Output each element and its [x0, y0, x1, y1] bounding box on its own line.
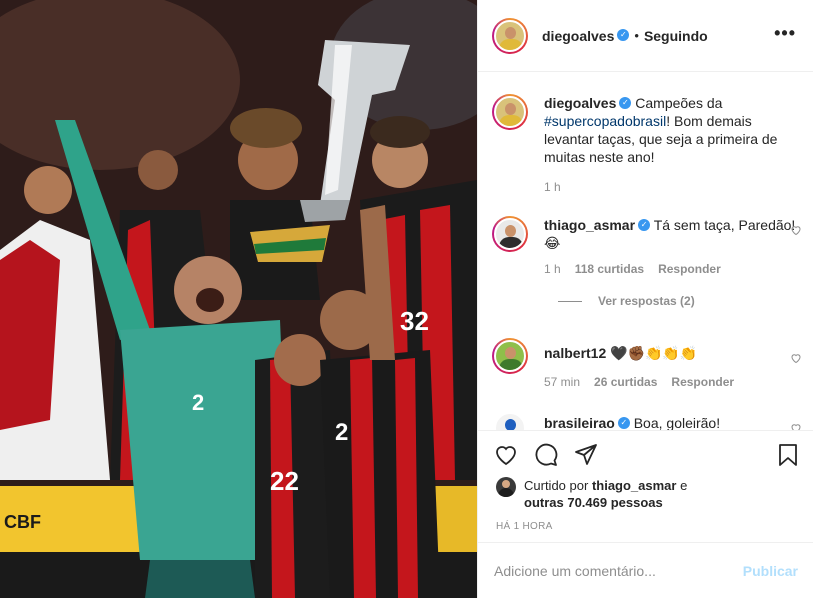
svg-text:2: 2: [335, 419, 348, 446]
add-comment-bar: Publicar: [478, 542, 813, 598]
verified-badge-icon: ✓: [617, 417, 630, 430]
post-photo[interactable]: CBF 32 2 22 2: [0, 0, 477, 598]
verified-badge-icon: ✓: [617, 28, 630, 41]
commenter-avatar[interactable]: [492, 216, 528, 252]
comment-body: thiago_asmar ✓ Tá sem taça, Paredão! 😂: [544, 216, 802, 252]
verified-badge-icon: ✓: [619, 97, 632, 110]
comment-username[interactable]: nalbert12: [544, 345, 606, 361]
comment-item: nalbert12 🖤✊🏾👏👏👏 57 min 26 curtidas Resp…: [492, 338, 802, 389]
post-header: diegoalves ✓ • Seguindo •••: [478, 0, 813, 72]
likes-prefix: Curtido por: [524, 478, 589, 493]
post-side-panel: diegoalves ✓ • Seguindo ••• diegoalves ✓ …: [477, 0, 813, 598]
heart-icon[interactable]: [494, 443, 518, 467]
comment-item: thiago_asmar ✓ Tá sem taça, Paredão! 😂 1 …: [492, 216, 802, 308]
comment-item: brasileirao ✓ Boa, goleirão!: [492, 410, 802, 430]
reply-button[interactable]: Responder: [671, 375, 734, 389]
caption: diegoalves ✓ Campeões da #supercopadobras…: [492, 94, 802, 194]
following-button[interactable]: Seguindo: [644, 28, 708, 44]
post-timestamp[interactable]: HÁ 1 HORA: [496, 521, 553, 532]
comment-likes[interactable]: 118 curtidas: [575, 262, 644, 276]
commenter-avatar[interactable]: [492, 410, 528, 430]
comment-text: Boa, goleirão!: [633, 415, 721, 430]
likes-others[interactable]: outras 70.469 pessoas: [524, 495, 663, 510]
comment-icon[interactable]: [534, 443, 558, 467]
replies-line: [558, 300, 582, 302]
comment-time[interactable]: 1 h: [544, 262, 561, 276]
share-icon[interactable]: [574, 443, 598, 467]
caption-text-before: Campeões da: [635, 95, 723, 111]
reply-button[interactable]: Responder: [658, 262, 721, 276]
author-avatar[interactable]: [492, 17, 528, 54]
comment-like-heart-icon[interactable]: [790, 352, 802, 364]
view-replies-button[interactable]: Ver respostas (2): [558, 294, 802, 308]
post-actions: Curtido por thiago_asmar e outras 70.469…: [478, 430, 813, 540]
bookmark-icon[interactable]: [776, 443, 800, 467]
caption-text: diegoalves ✓ Campeões da #supercopadobras…: [544, 94, 802, 166]
comment-meta: 1 h 118 curtidas Responder: [544, 262, 802, 276]
comment-meta: 57 min 26 curtidas Responder: [544, 375, 802, 389]
liker-avatar[interactable]: [496, 477, 516, 497]
likes-connector: e: [680, 478, 688, 493]
likes-text: Curtido por thiago_asmar e outras 70.469…: [524, 477, 687, 511]
celebration-scene: CBF 32 2 22 2: [0, 0, 477, 598]
view-replies-label: Ver respostas (2): [598, 294, 695, 308]
comment-text: 🖤✊🏾👏👏👏: [610, 345, 698, 361]
comment-like-heart-icon[interactable]: [790, 422, 802, 430]
svg-text:32: 32: [400, 306, 429, 336]
comment-username[interactable]: thiago_asmar: [544, 217, 635, 233]
author-username[interactable]: diegoalves: [542, 28, 614, 44]
verified-badge-icon: ✓: [638, 219, 651, 232]
likes-summary: Curtido por thiago_asmar e outras 70.469…: [496, 477, 687, 511]
more-options-icon[interactable]: •••: [774, 24, 796, 42]
comment-time[interactable]: 57 min: [544, 375, 580, 389]
caption-meta: 1 h: [544, 180, 802, 194]
svg-text:2: 2: [192, 390, 204, 415]
caption-username[interactable]: diegoalves: [544, 95, 616, 111]
comments-list: diegoalves ✓ Campeões da #supercopadobras…: [478, 72, 813, 430]
comment-likes[interactable]: 26 curtidas: [594, 375, 657, 389]
liker-username[interactable]: thiago_asmar: [592, 478, 677, 493]
comment-body: nalbert12 🖤✊🏾👏👏👏: [544, 338, 802, 362]
comment-body: brasileirao ✓ Boa, goleirão!: [544, 410, 802, 430]
separator-dot: •: [634, 28, 639, 43]
caption-time[interactable]: 1 h: [544, 180, 561, 194]
caption-avatar[interactable]: [492, 94, 528, 130]
action-icons: [494, 443, 598, 467]
publish-button[interactable]: Publicar: [743, 563, 798, 579]
comment-username[interactable]: brasileirao: [544, 415, 615, 430]
comment-like-heart-icon[interactable]: [790, 224, 802, 236]
svg-text:CBF: CBF: [4, 512, 41, 532]
svg-text:22: 22: [270, 466, 299, 496]
comment-input[interactable]: [494, 562, 743, 579]
commenter-avatar[interactable]: [492, 338, 528, 374]
hashtag-link[interactable]: #supercopadobrasil: [544, 113, 666, 129]
